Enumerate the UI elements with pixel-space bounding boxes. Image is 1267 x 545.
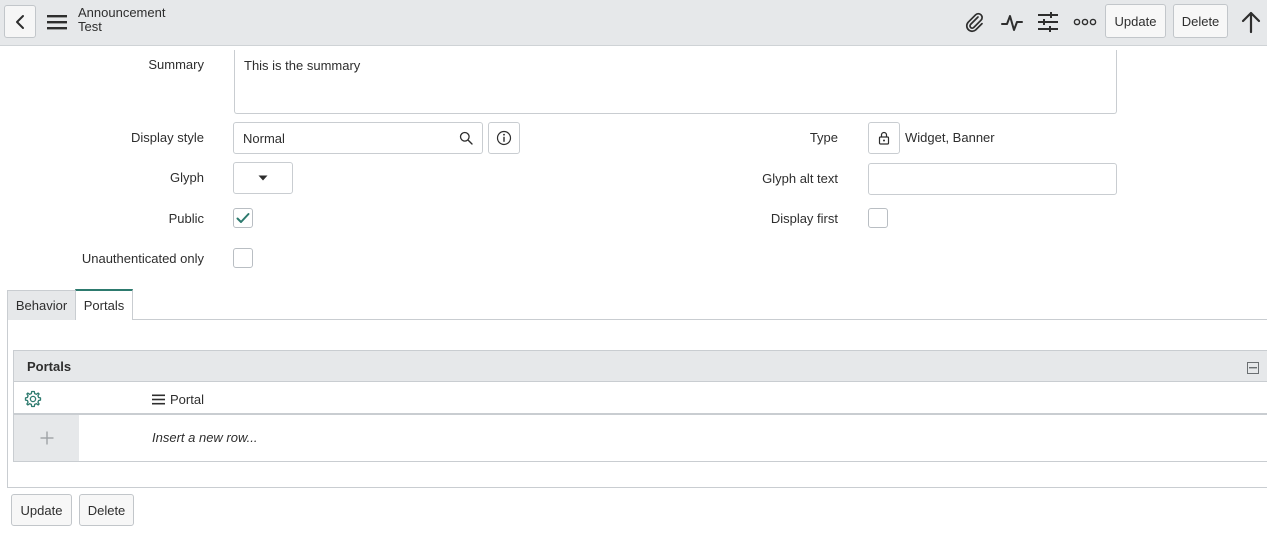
display-first-checkbox[interactable] (868, 208, 888, 228)
lock-icon (878, 131, 890, 145)
form-header: Announcement Test Update Delete (0, 0, 1267, 46)
related-list-title: Portals (27, 359, 72, 374)
related-list-column-header: Portal (13, 382, 1267, 415)
summary-field[interactable]: This is the summary (234, 50, 1117, 114)
unauthenticated-only-label: Unauthenticated only (81, 251, 204, 266)
list-icon (152, 394, 165, 405)
type-value: Widget, Banner (905, 130, 995, 145)
display-first-label: Display first (770, 211, 838, 226)
insert-row: Insert a new row... (13, 415, 1267, 462)
display-style-label: Display style (131, 130, 204, 145)
type-label: Type (809, 130, 838, 145)
tab-panel-border (7, 320, 8, 488)
public-label: Public (168, 211, 204, 226)
check-icon (236, 213, 250, 223)
record-table-name: Announcement (78, 5, 166, 20)
display-style-lookup-button[interactable] (450, 122, 483, 154)
arrow-up-icon[interactable] (1239, 10, 1263, 34)
glyph-alt-text-field[interactable] (868, 163, 1117, 195)
record-title: Announcement Test (78, 6, 165, 34)
activity-icon[interactable] (1000, 10, 1024, 34)
sliders-icon[interactable] (1036, 10, 1060, 34)
info-icon (496, 130, 512, 146)
menu-icon[interactable] (46, 12, 68, 32)
public-checkbox[interactable] (233, 208, 253, 228)
tab-panel-border-bottom (7, 487, 1267, 488)
portal-column-header[interactable]: Portal (152, 392, 204, 407)
gear-icon[interactable] (24, 390, 42, 411)
unauthenticated-only-checkbox[interactable] (233, 248, 253, 268)
footer-update-button[interactable]: Update (11, 494, 72, 526)
tab-divider (7, 319, 1267, 320)
back-button[interactable] (4, 5, 36, 38)
glyph-alt-text-label: Glyph alt text (762, 171, 838, 186)
tab-behavior[interactable]: Behavior (7, 290, 76, 320)
summary-label: Summary (148, 57, 204, 72)
more-icon[interactable] (1073, 10, 1097, 34)
update-button[interactable]: Update (1105, 4, 1166, 38)
related-list-header: Portals (13, 350, 1267, 382)
footer-delete-button[interactable]: Delete (79, 494, 134, 526)
glyph-label: Glyph (170, 170, 204, 185)
search-icon (459, 131, 473, 145)
add-row-button[interactable] (14, 415, 79, 461)
display-style-info-button[interactable] (488, 122, 520, 154)
tab-portals[interactable]: Portals (75, 289, 133, 320)
delete-button[interactable]: Delete (1173, 4, 1228, 38)
chevron-left-icon (16, 14, 24, 29)
record-display-value: Test (78, 19, 102, 34)
insert-new-row-link[interactable]: Insert a new row... (152, 430, 258, 445)
caret-down-icon (258, 175, 268, 181)
display-style-field[interactable]: Normal (233, 122, 451, 154)
portal-column-label: Portal (170, 392, 204, 407)
glyph-select[interactable] (233, 162, 293, 194)
paperclip-icon[interactable] (962, 10, 986, 34)
collapse-icon[interactable] (1247, 362, 1259, 374)
type-lock-button[interactable] (868, 122, 900, 154)
plus-icon (40, 431, 53, 445)
